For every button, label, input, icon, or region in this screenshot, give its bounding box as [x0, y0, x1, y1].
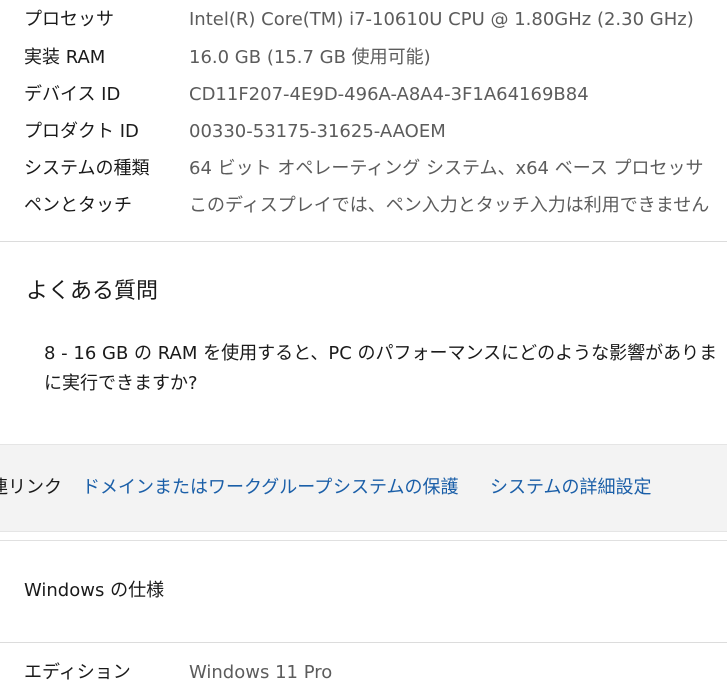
- link-system-protection[interactable]: システムの保護: [333, 473, 458, 503]
- spec-label: エディション: [24, 662, 131, 683]
- windows-spec-section: Windows の仕様 エディション Windows 11 Pro: [0, 540, 727, 698]
- faq-section: よくある質問 8 - 16 GB の RAM を使用すると、PC のパフォーマン…: [0, 242, 727, 444]
- spec-label: ペンとタッチ: [24, 195, 132, 216]
- spec-row-ram: 実装 RAM 16.0 GB (15.7 GB 使用可能): [0, 40, 727, 76]
- spec-row-pen-touch: ペンとタッチ このディスプレイでは、ペン入力とタッチ入力は利用できません: [0, 188, 727, 224]
- spec-label: プロセッサ: [24, 9, 114, 30]
- spec-value[interactable]: CD11F207-4E9D-496A-A8A4-3F1A64169B84: [189, 77, 589, 113]
- faq-question-line: 8 - 16 GB の RAM を使用すると、PC のパフォーマンスにどのような…: [44, 343, 718, 364]
- device-specs-section: プロセッサ Intel(R) Core(TM) i7-10610U CPU @ …: [0, 0, 727, 241]
- spec-label: デバイス ID: [24, 84, 121, 105]
- spec-row-system-type: システムの種類 64 ビット オペレーティング システム、x64 ベース プロセ…: [0, 151, 727, 187]
- spec-label: システムの種類: [24, 158, 150, 179]
- spec-label: プロダクト ID: [24, 121, 139, 142]
- windows-spec-title: Windows の仕様: [24, 580, 165, 601]
- spec-label: 実装 RAM: [24, 47, 106, 68]
- faq-question-link[interactable]: 8 - 16 GB の RAM を使用すると、PC のパフォーマンスにどのような…: [44, 339, 727, 399]
- spec-value[interactable]: Intel(R) Core(TM) i7-10610U CPU @ 1.80GH…: [189, 2, 694, 38]
- about-page: プロセッサ Intel(R) Core(TM) i7-10610U CPU @ …: [0, 0, 727, 698]
- spec-value[interactable]: このディスプレイでは、ペン入力とタッチ入力は利用できません: [189, 188, 709, 224]
- spec-row-device-id: デバイス ID CD11F207-4E9D-496A-A8A4-3F1A6416…: [0, 77, 727, 113]
- faq-question-line: に実行できますか?: [44, 373, 198, 394]
- spec-row-processor: プロセッサ Intel(R) Core(TM) i7-10610U CPU @ …: [0, 2, 727, 38]
- link-domain-workgroup[interactable]: ドメインまたはワークグループ: [82, 473, 332, 503]
- spec-value[interactable]: 64 ビット オペレーティング システム、x64 ベース プロセッサ: [189, 151, 704, 187]
- faq-heading: よくある質問: [26, 279, 159, 304]
- spec-row-product-id: プロダクト ID 00330-53175-31625-AAOEM: [0, 114, 727, 150]
- spec-value[interactable]: 16.0 GB (15.7 GB 使用可能): [189, 40, 431, 76]
- related-links-bar: 連リンク ドメインまたはワークグループ システムの保護 システムの詳細設定: [0, 444, 727, 532]
- related-links-label: 連リンク: [0, 477, 62, 498]
- section-divider: [0, 642, 727, 643]
- spec-value[interactable]: 00330-53175-31625-AAOEM: [189, 114, 446, 150]
- spec-value[interactable]: Windows 11 Pro: [189, 655, 332, 691]
- link-advanced-system-settings[interactable]: システムの詳細設定: [490, 473, 651, 503]
